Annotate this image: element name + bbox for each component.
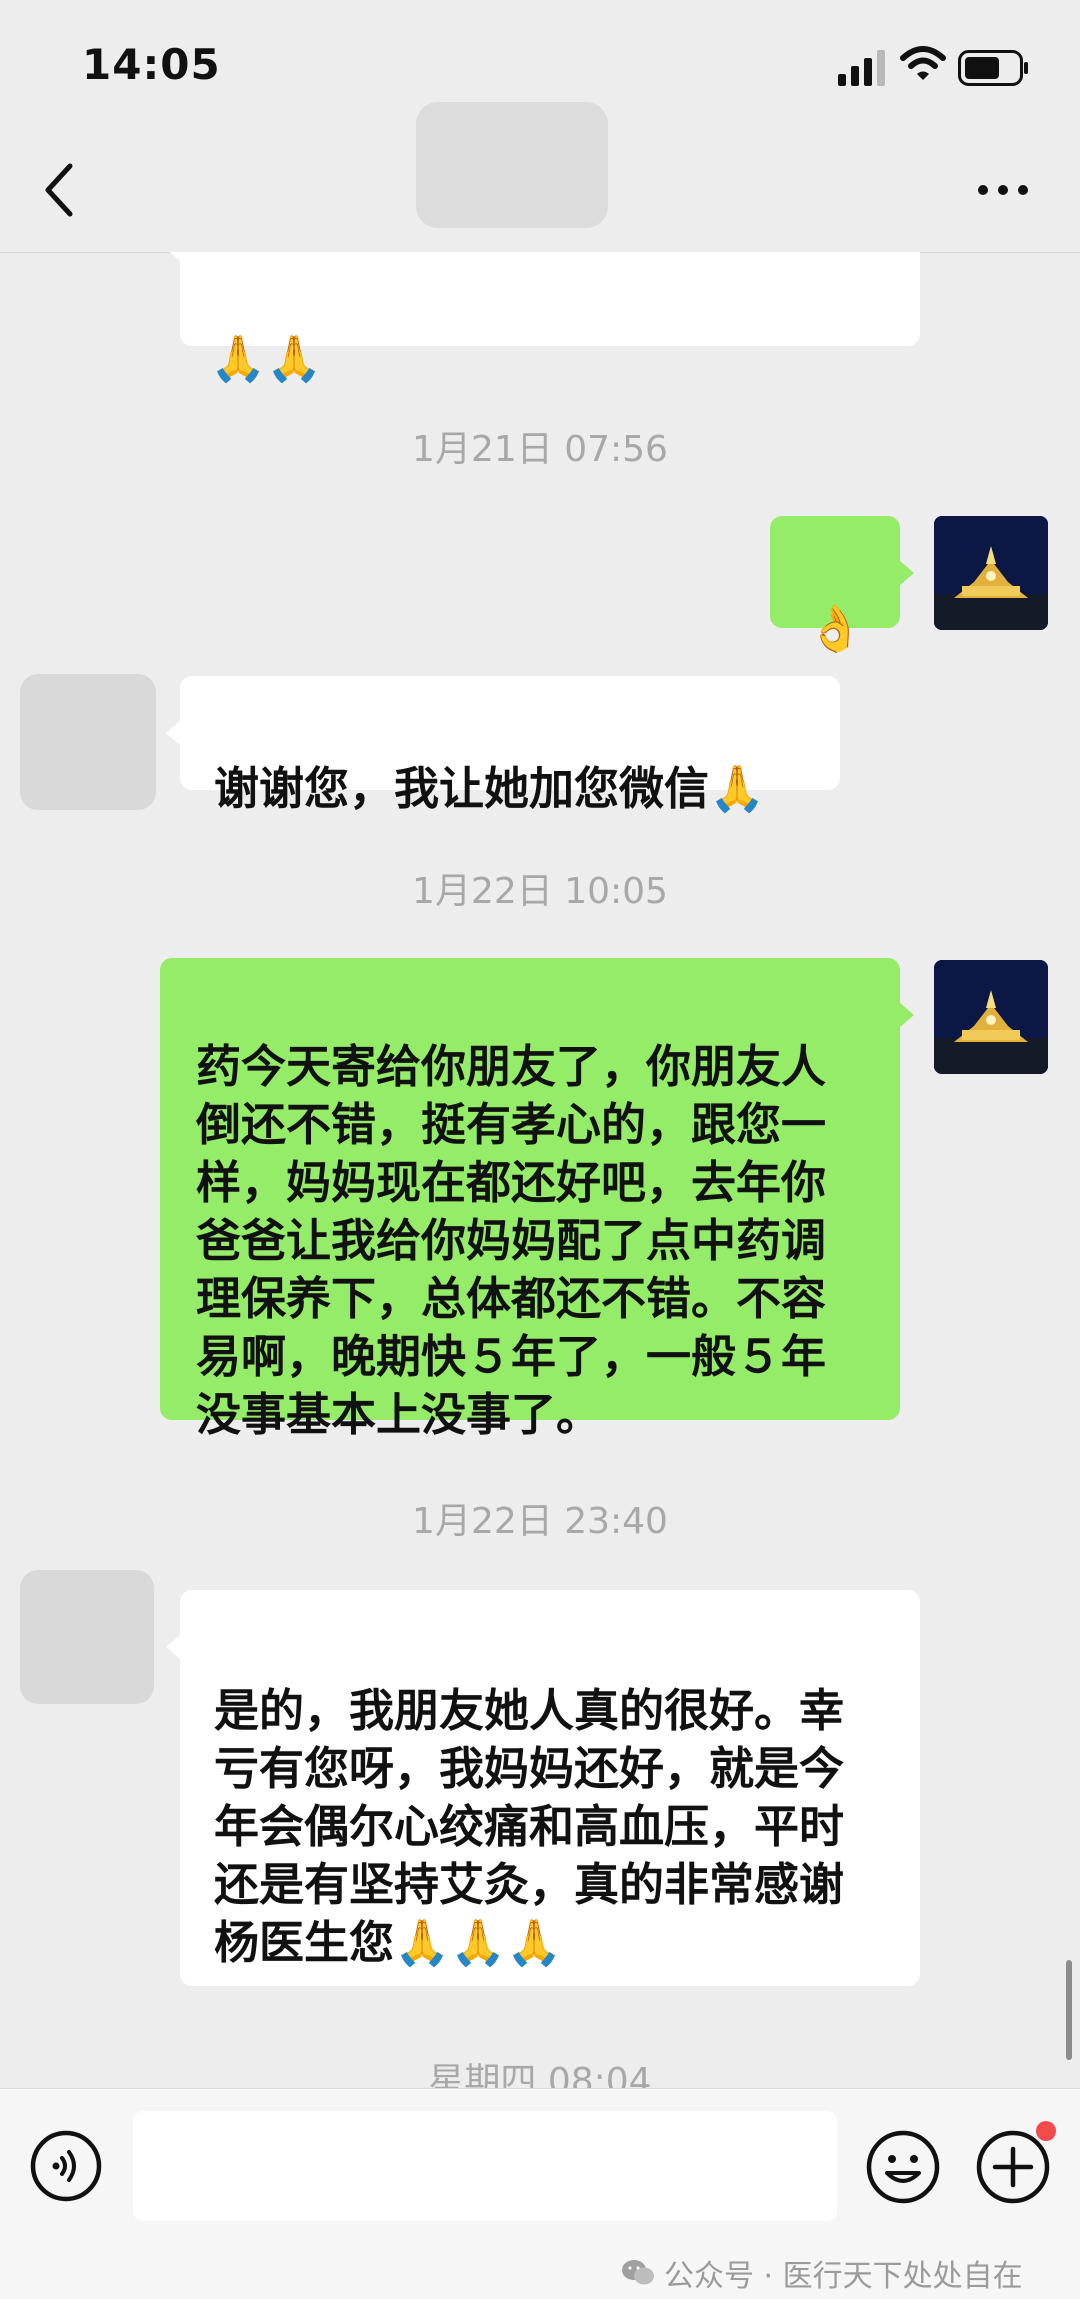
voice-input-icon[interactable] (29, 2129, 103, 2203)
watermark: 公众号 · 医行天下处处自在 (620, 2251, 1023, 2295)
message-list[interactable]: 🙏🙏 1月21日 07:56 👌 谢谢您，我让她加您微信🙏 1月22日 10:0… (0, 252, 1080, 2088)
add-more-icon[interactable] (975, 2129, 1051, 2205)
user-avatar[interactable] (934, 960, 1048, 1074)
wifi-icon (900, 46, 946, 80)
more-options-icon[interactable] (975, 180, 1031, 200)
message-input-bar: 公众号 · 医行天下处处自在 (0, 2088, 1080, 2299)
message-bubble-received[interactable]: 谢谢您，我让她加您微信🙏 (166, 676, 840, 815)
message-bubble-sent[interactable]: 药今天寄给你朋友了，你朋友人 倒还不错，挺有孝心的，跟您一 样，妈妈现在都还好吧… (160, 958, 914, 1441)
message-text: 药今天寄给你朋友了，你朋友人 倒还不错，挺有孝心的，跟您一 样，妈妈现在都还好吧… (196, 1040, 827, 1441)
chat-title-redacted (416, 102, 608, 228)
message-timestamp: 1月21日 07:56 (412, 429, 668, 470)
message-timestamp: 星期四 08:04 (428, 2061, 652, 2088)
back-arrow-icon[interactable] (40, 160, 80, 220)
message-text: 是的，我朋友她人真的很好。幸 亏有您呀，我妈妈还好，就是今 年会偶尔心绞痛和高血… (214, 1684, 845, 1969)
message-text: 🙏🙏 (210, 332, 323, 385)
contact-avatar[interactable] (20, 674, 156, 810)
message-bubble-received[interactable]: 🙏🙏 (166, 252, 920, 385)
status-time: 14:05 (82, 40, 221, 89)
notification-dot (1036, 2121, 1056, 2141)
user-avatar[interactable] (934, 516, 1048, 630)
message-timestamp: 1月22日 10:05 (412, 871, 668, 912)
battery-icon (958, 50, 1028, 86)
message-text: 👌 (806, 602, 864, 655)
chat-header (0, 100, 1080, 253)
message-bubble-sent[interactable]: 👌 (770, 516, 914, 655)
message-input[interactable] (133, 2111, 837, 2221)
emoji-icon[interactable] (865, 2129, 941, 2205)
wechat-logo-icon (622, 2260, 654, 2285)
cellular-signal-icon (838, 50, 885, 86)
contact-avatar[interactable] (20, 1570, 154, 1704)
message-text: 谢谢您，我让她加您微信🙏 (214, 762, 766, 815)
message-bubble-received[interactable]: 是的，我朋友她人真的很好。幸 亏有您呀，我妈妈还好，就是今 年会偶尔心绞痛和高血… (166, 1590, 920, 1986)
watermark-text: 公众号 · 医行天下处处自在 (664, 2259, 1023, 2294)
scrollbar[interactable] (1066, 1960, 1072, 2060)
message-timestamp: 1月22日 23:40 (412, 1501, 668, 1542)
